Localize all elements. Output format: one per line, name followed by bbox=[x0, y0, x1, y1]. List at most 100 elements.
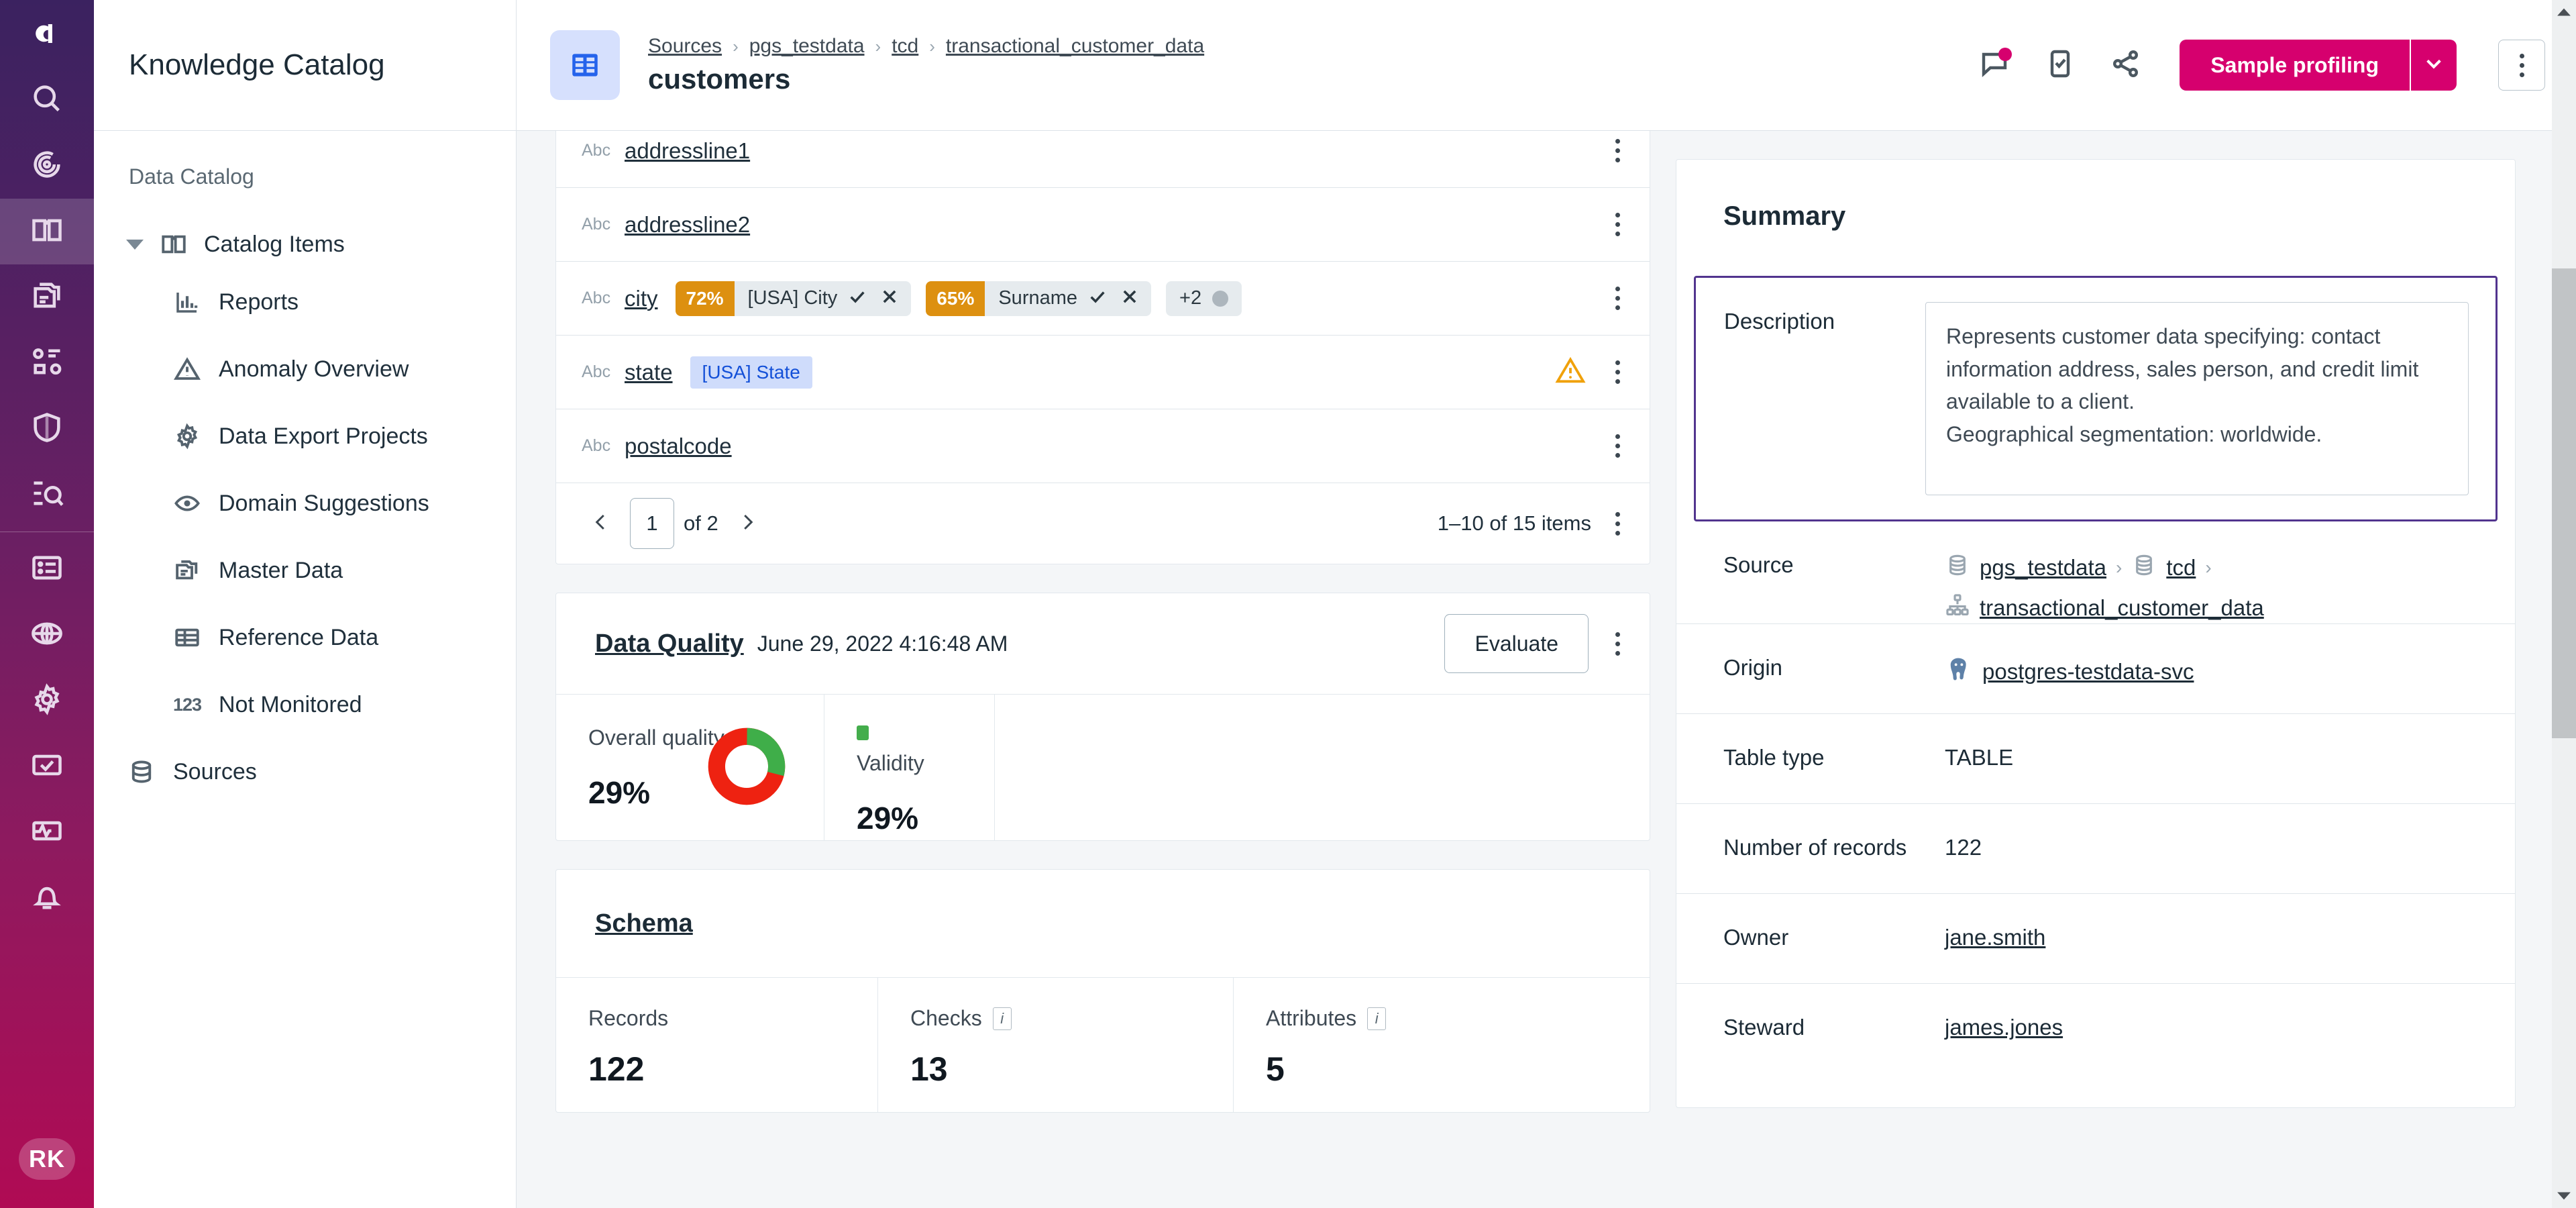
sidebar-item-reference-data[interactable]: Reference Data bbox=[94, 604, 516, 671]
sample-profiling-dropdown-button[interactable] bbox=[2410, 40, 2457, 91]
metric-label: Attributes bbox=[1266, 1006, 1357, 1030]
rail-item-target-icon[interactable] bbox=[0, 133, 94, 199]
column-name-link[interactable]: addressline2 bbox=[625, 212, 750, 238]
rail-item-bell-icon[interactable] bbox=[0, 865, 94, 931]
assigned-term-tag[interactable]: [USA] State bbox=[690, 356, 812, 389]
rail-item-globe-icon[interactable] bbox=[0, 602, 94, 668]
sidebar-item-label: Data Export Projects bbox=[219, 423, 428, 449]
source-path-line-2: transactional_customer_data bbox=[1945, 593, 2468, 623]
warning-triangle-icon[interactable] bbox=[1555, 355, 1586, 389]
more-options-button[interactable] bbox=[2498, 40, 2545, 91]
breadcrumb-item-tcd[interactable]: tcd bbox=[892, 35, 918, 58]
info-icon[interactable]: i bbox=[1367, 1007, 1387, 1030]
sidebar-item-label: Domain Suggestions bbox=[219, 490, 429, 516]
target-icon bbox=[30, 147, 64, 185]
check-icon[interactable] bbox=[848, 287, 867, 309]
description-textarea[interactable] bbox=[1925, 302, 2469, 495]
rail-item-shield-icon[interactable] bbox=[0, 396, 94, 462]
sidebar-item-reports[interactable]: Reports bbox=[94, 268, 516, 336]
info-icon[interactable]: i bbox=[992, 1007, 1012, 1030]
row-more-vertical-icon[interactable] bbox=[1615, 139, 1620, 162]
rail-item-search-icon[interactable] bbox=[0, 67, 94, 133]
sidebar-item-not-monitored[interactable]: 123 Not Monitored bbox=[94, 671, 516, 738]
meta-label: Table type bbox=[1723, 745, 1825, 770]
table-row[interactable]: Abc state [USA] State bbox=[556, 336, 1650, 409]
sample-profiling-button[interactable]: Sample profiling bbox=[2180, 40, 2410, 91]
rail-item-folders-icon[interactable] bbox=[0, 264, 94, 330]
close-icon[interactable] bbox=[880, 287, 899, 309]
schema-title[interactable]: Schema bbox=[595, 909, 693, 938]
breadcrumb-item-transactional-customer-data[interactable]: transactional_customer_data bbox=[946, 35, 1204, 58]
more-tags-badge[interactable]: +2 bbox=[1166, 281, 1242, 316]
row-more-vertical-icon[interactable] bbox=[1615, 434, 1620, 458]
close-icon[interactable] bbox=[1120, 287, 1139, 309]
scrollbar-thumb[interactable] bbox=[2552, 268, 2576, 738]
sidebar-item-anomaly-overview[interactable]: Anomaly Overview bbox=[94, 336, 516, 403]
breadcrumb-item-pgs-testdata[interactable]: pgs_testdata bbox=[749, 35, 865, 58]
postgres-elephant-icon bbox=[1945, 655, 1973, 689]
scroll-down-arrow-icon[interactable] bbox=[2552, 1184, 2576, 1208]
table-row[interactable]: Abc addressline1 bbox=[556, 131, 1650, 188]
rail-item-approve-icon[interactable] bbox=[0, 734, 94, 799]
share-button[interactable] bbox=[2107, 46, 2145, 84]
rail-item-book-icon[interactable] bbox=[0, 199, 94, 264]
table-row[interactable]: Abc city 72% [USA] City 65% Surname +2 bbox=[556, 262, 1650, 336]
scroll-up-arrow-icon[interactable] bbox=[2552, 0, 2576, 24]
source-link-transactional-customer-data[interactable]: transactional_customer_data bbox=[1980, 595, 2264, 621]
evaluate-button[interactable]: Evaluate bbox=[1444, 614, 1589, 673]
column-name-link[interactable]: postalcode bbox=[625, 434, 732, 459]
data-quality-more-vertical-icon[interactable] bbox=[1615, 632, 1620, 656]
check-icon[interactable] bbox=[1088, 287, 1107, 309]
table-row[interactable]: Abc addressline2 bbox=[556, 188, 1650, 262]
origin-link[interactable]: postgres-testdata-svc bbox=[1982, 659, 2194, 685]
comment-button[interactable] bbox=[1976, 46, 2013, 84]
source-link-tcd[interactable]: tcd bbox=[2166, 555, 2196, 581]
rail-item-data-model-icon[interactable] bbox=[0, 330, 94, 396]
rail-item-eq-search-icon[interactable] bbox=[0, 462, 94, 527]
top-bar: Sources › pgs_testdata › tcd › transacti… bbox=[517, 0, 2576, 131]
row-more-vertical-icon[interactable] bbox=[1615, 213, 1620, 236]
ataccama-logo[interactable] bbox=[0, 0, 94, 67]
chevron-right-icon bbox=[737, 512, 757, 536]
metric-value: 5 bbox=[1266, 1050, 1285, 1088]
page-title: customers bbox=[648, 63, 791, 95]
rail-item-gear-icon[interactable] bbox=[0, 668, 94, 734]
sidebar-item-data-export-projects[interactable]: Data Export Projects bbox=[94, 403, 516, 470]
sidebar-item-master-data[interactable]: Master Data bbox=[94, 537, 516, 604]
book-icon bbox=[30, 213, 64, 251]
column-name-link[interactable]: state bbox=[625, 360, 673, 385]
pagination: 1 of 2 1–10 of 15 items bbox=[556, 483, 1650, 564]
domain-suggestion-tag[interactable]: 72% [USA] City bbox=[675, 281, 912, 316]
avatar[interactable]: RK bbox=[19, 1138, 75, 1180]
sidebar-item-domain-suggestions[interactable]: Domain Suggestions bbox=[94, 470, 516, 537]
items-count-label: 1–10 of 15 items bbox=[1437, 511, 1591, 535]
next-page-button[interactable] bbox=[728, 504, 767, 543]
pagination-more-vertical-icon[interactable] bbox=[1615, 511, 1620, 536]
chevron-down-icon[interactable] bbox=[126, 239, 144, 250]
owner-link[interactable]: jane.smith bbox=[1945, 925, 2045, 950]
main-region: Sources › pgs_testdata › tcd › transacti… bbox=[517, 0, 2576, 1208]
checklist-button[interactable] bbox=[2041, 46, 2079, 84]
source-link-pgs-testdata[interactable]: pgs_testdata bbox=[1980, 555, 2106, 581]
rail-item-list-icon[interactable] bbox=[0, 536, 94, 602]
meta-row-table-type: Table type TABLE bbox=[1676, 714, 2515, 804]
table-row[interactable]: Abc postalcode bbox=[556, 409, 1650, 483]
column-name-link[interactable]: city bbox=[625, 286, 658, 311]
row-more-vertical-icon[interactable] bbox=[1615, 360, 1620, 384]
page-number-input[interactable]: 1 bbox=[630, 498, 674, 549]
data-quality-title[interactable]: Data Quality bbox=[595, 630, 744, 658]
page-scrollbar[interactable] bbox=[2552, 0, 2576, 1208]
sidebar-item-sources[interactable]: Sources bbox=[94, 738, 516, 805]
row-more-vertical-icon[interactable] bbox=[1615, 287, 1620, 310]
breadcrumb-item-sources[interactable]: Sources bbox=[648, 35, 722, 58]
rail-item-pulse-icon[interactable] bbox=[0, 799, 94, 865]
sidebar-title: Knowledge Catalog bbox=[129, 48, 385, 81]
sidebar-group-catalog-items[interactable]: Catalog Items bbox=[94, 220, 516, 268]
metric-label: Checks bbox=[910, 1006, 982, 1030]
column-name-link[interactable]: addressline1 bbox=[625, 138, 750, 164]
previous-page-button[interactable] bbox=[582, 504, 621, 543]
steward-link[interactable]: james.jones bbox=[1945, 1015, 2063, 1040]
breadcrumb: Sources › pgs_testdata › tcd › transacti… bbox=[648, 35, 1204, 95]
domain-suggestion-tag[interactable]: 65% Surname bbox=[926, 281, 1152, 316]
sidebar-group-label: Catalog Items bbox=[204, 231, 345, 257]
